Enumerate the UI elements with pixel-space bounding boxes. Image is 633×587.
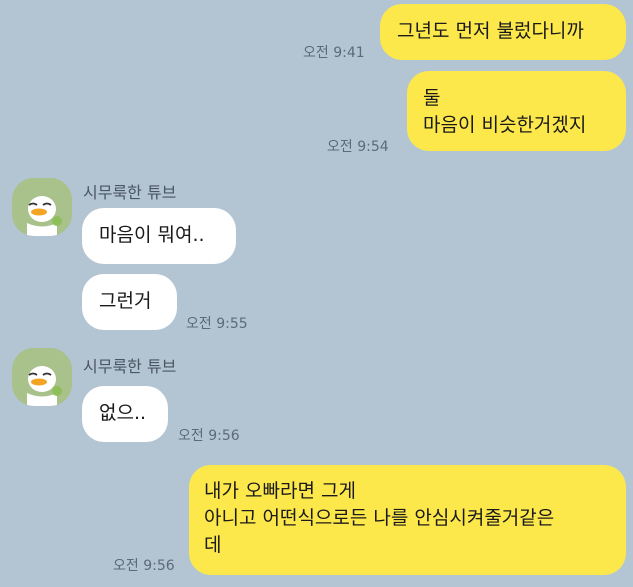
message-time: 오전 9:54 bbox=[327, 139, 389, 155]
their-message-bubble[interactable]: 없으.. bbox=[82, 386, 168, 442]
sender-name: 시무룩한 튜브 bbox=[83, 357, 177, 376]
chat-screen: { "messages": [ {"from": "me", "lines": … bbox=[0, 0, 633, 587]
sad-duck-avatar-icon bbox=[12, 178, 72, 236]
my-message-bubble[interactable]: 둘 마음이 비슷한거겠지 bbox=[407, 71, 626, 151]
my-message-bubble[interactable]: 그년도 먼저 불렀다니까 bbox=[380, 4, 626, 60]
message-text: 그년도 먼저 불렀다니까 bbox=[397, 20, 584, 42]
sender-name: 시무룩한 튜브 bbox=[83, 183, 177, 202]
profile-avatar[interactable] bbox=[12, 178, 72, 236]
their-message-bubble[interactable]: 그런거 bbox=[82, 274, 177, 330]
message-text: 마음이 비슷한거겠지 bbox=[423, 114, 587, 136]
their-message-bubble[interactable]: 마음이 뭐여.. bbox=[82, 208, 236, 264]
sad-duck-avatar-icon bbox=[12, 348, 72, 406]
message-text: 없으.. bbox=[99, 402, 147, 424]
message-text: 그런거 bbox=[99, 290, 152, 312]
message-time: 오전 9:55 bbox=[186, 316, 248, 332]
message-time: 오전 9:56 bbox=[113, 558, 175, 574]
message-time: 오전 9:41 bbox=[303, 45, 365, 61]
message-text: 데 bbox=[204, 534, 222, 556]
message-time: 오전 9:56 bbox=[178, 428, 240, 444]
profile-avatar[interactable] bbox=[12, 348, 72, 406]
message-text: 마음이 뭐여.. bbox=[99, 224, 205, 246]
message-text: 내가 오빠라면 그게 bbox=[204, 480, 356, 502]
message-text: 아니고 어떤식으로든 나를 안심시켜줄거같은 bbox=[204, 507, 555, 529]
message-text: 둘 bbox=[423, 87, 441, 109]
my-message-bubble[interactable]: 내가 오빠라면 그게 아니고 어떤식으로든 나를 안심시켜줄거같은 데 bbox=[189, 465, 626, 575]
